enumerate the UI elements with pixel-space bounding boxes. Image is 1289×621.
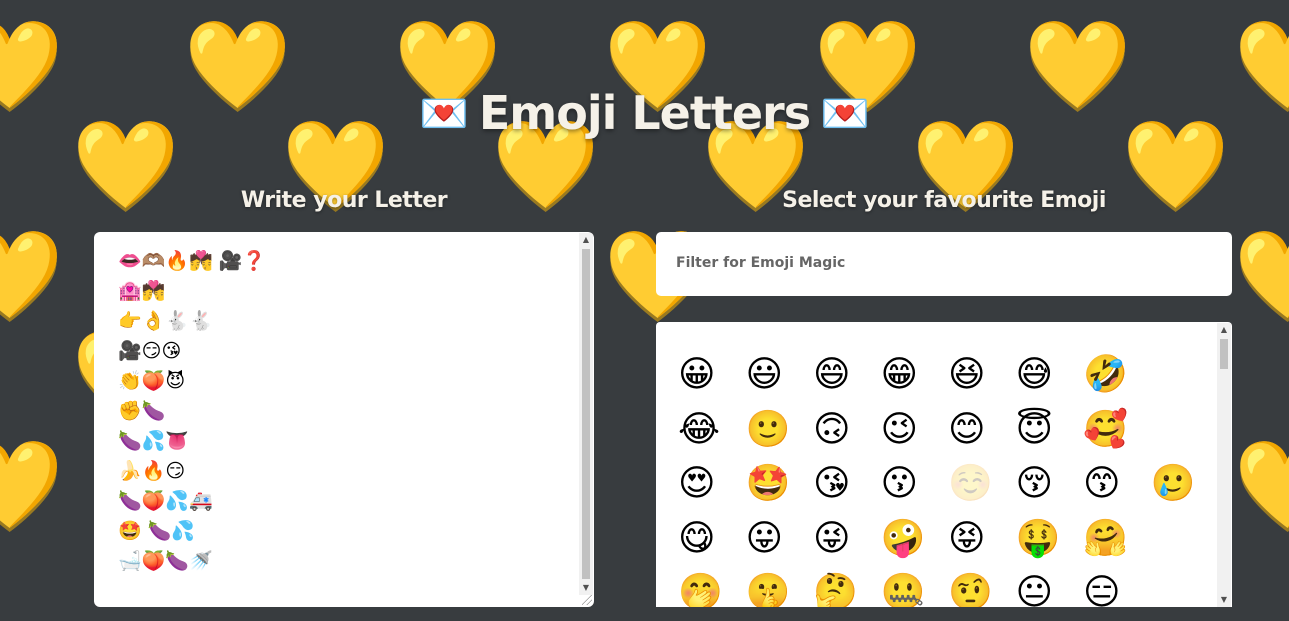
letter-line: 🍆🍑💦🚑 [118,490,213,512]
emoji-row: 😍 🤩 😘 😗 ☺️ 😚 😙 🥲 [678,457,1208,512]
emoji-option[interactable]: 😄 [813,348,881,402]
emoji-row: 😀 😃 😄 😁 😆 😅 🤣 [678,348,1208,403]
letter-textarea[interactable]: 👄🫶🏽🔥💏 🎥❓ 🏩💏 👉👌🐇🐇 🎥😏😘 👏🍑😈 ✊🍆 🍆💦👅 🍌🔥😏 🍆🍑💦🚑 🤩 🍆💦 🛁🍑🍆🚿… [94,232,594,607]
emoji-option[interactable]: 😐 [1016,566,1084,607]
emoji-grid: 😀 😃 😄 😁 😆 😅 🤣 😂 🙂 🙃 😉 😊 😇 🥰 😍 🤩 😘 😗 ☺️ 😚 😙 🥲 😋 😛 😜 🤪 😝 🤑 🤗 🤭 🤫 🤔 🤐 🤨 😐 😑 [678,348,1208,607]
emoji-option[interactable]: 😅 [1016,348,1084,402]
letter-line: 🍆💦👅 [118,430,189,452]
background-heart-icon: 💛 [1234,225,1289,325]
scroll-up-arrow-icon[interactable]: ▲ [579,233,593,247]
emoji-option[interactable]: 🥰 [1083,403,1151,457]
scroll-thumb[interactable] [582,249,590,579]
emoji-option[interactable]: 😜 [813,512,881,566]
emoji-option[interactable]: 😋 [678,512,746,566]
emoji-option[interactable]: 😗 [881,457,949,511]
emoji-option[interactable]: 😝 [948,512,1016,566]
letter-line: 🏩💏 [118,280,166,302]
emoji-option[interactable]: ☺️ [948,457,1016,511]
emoji-option[interactable]: 🤩 [746,457,814,511]
letter-content[interactable]: 👄🫶🏽🔥💏 🎥❓ 🏩💏 👉👌🐇🐇 🎥😏😘 👏🍑😈 ✊🍆 🍆💦👅 🍌🔥😏 🍆🍑💦🚑 🤩 🍆💦 🛁🍑🍆🚿 [118,246,568,576]
emoji-option[interactable]: 😚 [1016,457,1084,511]
emoji-option[interactable]: 😉 [881,403,949,457]
letter-line: 👏🍑😈 [118,370,186,392]
emoji-option[interactable]: 😙 [1083,457,1151,511]
emoji-option[interactable]: 😊 [948,403,1016,457]
page-title: 💌 Emoji Letters 💌 [0,86,1289,140]
scroll-down-arrow-icon[interactable]: ▼ [579,581,593,595]
emoji-picker: 😀 😃 😄 😁 😆 😅 🤣 😂 🙂 🙃 😉 😊 😇 🥰 😍 🤩 😘 😗 ☺️ 😚 😙 🥲 😋 😛 😜 🤪 😝 🤑 🤗 🤭 🤫 🤔 🤐 🤨 😐 😑 ▲ … [656,322,1232,607]
emoji-option[interactable]: 🤫 [746,566,814,607]
emoji-option[interactable]: 🤣 [1083,348,1151,402]
emoji-option[interactable]: 😘 [813,457,881,511]
emoji-option[interactable]: 😇 [1016,403,1084,457]
emoji-option[interactable]: 🤐 [881,566,949,607]
background-heart-icon: 💛 [0,435,64,535]
background-heart-icon: 💛 [0,225,64,325]
emoji-option[interactable]: 😀 [678,348,746,402]
background-heart-icon: 💛 [1234,435,1289,535]
letter-line: 👄🫶🏽🔥💏 🎥❓ [118,250,266,272]
emoji-option[interactable]: 😍 [678,457,746,511]
letter-line: 🤩 🍆💦 [118,520,196,542]
emoji-option[interactable]: 😑 [1083,566,1151,607]
letter-scrollbar[interactable]: ▲ ▼ [579,233,593,595]
letter-line: 👉👌🐇🐇 [118,310,213,332]
scroll-up-arrow-icon[interactable]: ▲ [1217,323,1231,337]
emoji-option[interactable]: 😃 [746,348,814,402]
emoji-picker-heading: Select your favourite Emoji [782,188,1106,213]
emoji-option[interactable]: 🤭 [678,566,746,607]
emoji-option[interactable]: 🙂 [746,403,814,457]
letter-heading: Write your Letter [240,188,448,213]
emoji-option[interactable]: 🙃 [813,403,881,457]
emoji-row: 🤭 🤫 🤔 🤐 🤨 😐 😑 [678,566,1208,607]
emoji-option[interactable]: 🥲 [1151,457,1219,511]
letter-line: 🎥😏😘 [118,340,182,362]
emoji-option[interactable]: 🤑 [1016,512,1084,566]
love-letter-icon: 💌 [419,90,469,137]
emoji-option[interactable]: 🤪 [881,512,949,566]
emoji-scrollbar[interactable]: ▲ ▼ [1217,323,1231,607]
emoji-option[interactable]: 😁 [881,348,949,402]
emoji-row: 😋 😛 😜 🤪 😝 🤑 🤗 [678,512,1208,567]
emoji-option[interactable]: 🤔 [813,566,881,607]
letter-line: 🛁🍑🍆🚿 [118,550,213,572]
page-title-text: Emoji Letters [478,86,811,140]
emoji-option[interactable]: 🤨 [948,566,1016,607]
letter-line: ✊🍆 [118,400,166,422]
love-letter-icon: 💌 [820,90,870,137]
emoji-option[interactable]: 😆 [948,348,1016,402]
emoji-option[interactable]: 🤗 [1083,512,1151,566]
filter-container [656,232,1232,296]
scroll-thumb[interactable] [1220,339,1228,369]
emoji-row: 😂 🙂 🙃 😉 😊 😇 🥰 [678,403,1208,458]
scroll-down-arrow-icon[interactable]: ▼ [1217,593,1231,607]
emoji-option[interactable]: 😂 [678,403,746,457]
emoji-option[interactable]: 😛 [746,512,814,566]
resize-handle-icon[interactable] [582,595,592,605]
letter-line: 🍌🔥😏 [118,460,186,482]
emoji-filter-input[interactable] [676,250,1206,276]
